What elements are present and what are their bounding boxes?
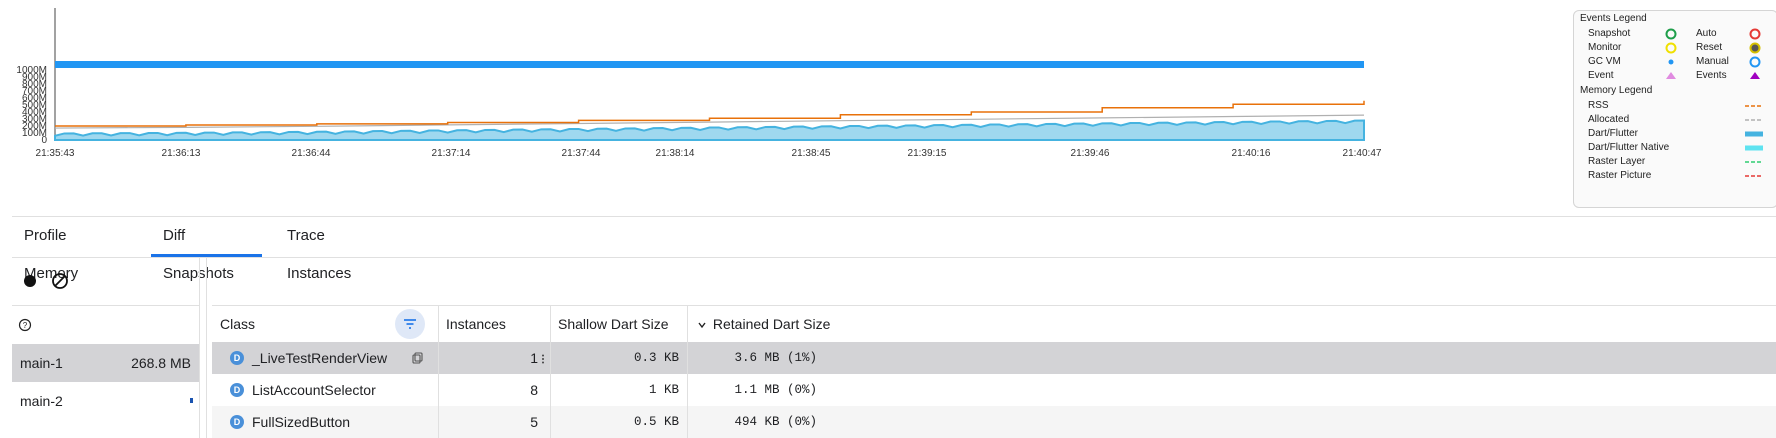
table-row[interactable]: D _LiveTestRenderView 1 0.3 KB 3.6 MB (1… bbox=[212, 342, 1776, 374]
instances-count[interactable]: 5 bbox=[438, 406, 538, 438]
y-tick-label: 0 bbox=[41, 135, 47, 146]
circle-ring-icon bbox=[1748, 55, 1762, 69]
snapshot-item-main-2[interactable]: main-2 bbox=[12, 382, 199, 420]
help-icon[interactable]: ? bbox=[18, 318, 32, 332]
clear-icon[interactable] bbox=[48, 269, 72, 293]
legend-item: GC VM bbox=[1588, 56, 1621, 67]
x-tick-label: 21:39:46 bbox=[1071, 148, 1110, 159]
filter-icon[interactable] bbox=[395, 309, 425, 339]
legend-item: Dart/Flutter bbox=[1588, 128, 1639, 139]
dart-class-icon: D bbox=[230, 383, 244, 397]
series-dart-flutter bbox=[54, 119, 1365, 141]
x-tick-label: 21:40:47 bbox=[1343, 148, 1382, 159]
chart-legend: Events Legend Snapshot Monitor GC VM Event A… bbox=[1573, 10, 1776, 208]
x-tick-label: 21:40:16 bbox=[1232, 148, 1271, 159]
legend-item: Manual bbox=[1696, 56, 1729, 67]
record-icon[interactable] bbox=[18, 269, 42, 293]
memory-chart-svg[interactable]: 1000M900M800M700M600M500M400M300M200M100… bbox=[0, 0, 1570, 200]
legend-item: RSS bbox=[1588, 100, 1609, 111]
legend-item: Event bbox=[1588, 70, 1614, 81]
triangle-icon bbox=[1664, 69, 1678, 83]
legend-item: Monitor bbox=[1588, 42, 1622, 53]
more-vert-icon[interactable] bbox=[540, 352, 546, 364]
shallow-size: 0.5 KB bbox=[633, 415, 679, 429]
x-tick-label: 21:36:44 bbox=[292, 148, 331, 159]
circle-ring-icon bbox=[1748, 27, 1762, 41]
retained-size: 3.6 MB (1%) bbox=[734, 351, 817, 365]
copy-icon[interactable] bbox=[411, 351, 425, 365]
legend-item: Dart/Flutter Native bbox=[1588, 142, 1670, 153]
legend-item: Events bbox=[1696, 70, 1727, 81]
circle-ring-icon bbox=[1664, 27, 1678, 41]
panel-splitter[interactable] bbox=[206, 257, 207, 438]
events-legend-title: Events Legend bbox=[1580, 13, 1647, 24]
legend-item: Raster Layer bbox=[1588, 156, 1646, 167]
snapshot-toolbar bbox=[12, 257, 199, 305]
tab-trace-instances[interactable]: Trace Instances bbox=[275, 217, 393, 282]
class-name: _LiveTestRenderView bbox=[252, 350, 388, 366]
dart-class-icon: D bbox=[230, 351, 244, 365]
retained-size: 1.1 MB (0%) bbox=[734, 383, 817, 397]
triangle-icon bbox=[1748, 69, 1762, 83]
table-row[interactable]: D FullSizedButton 5 0.5 KB 494 KB (0%) bbox=[212, 406, 1776, 438]
help-row: ? bbox=[12, 305, 199, 345]
header-retained-label: Retained Dart Size bbox=[712, 316, 831, 332]
diff-table: Class Instances Shallow Dart Size Retain… bbox=[212, 257, 1776, 438]
tab-bar: Profile Memory Diff Snapshots Trace Inst… bbox=[12, 216, 1776, 282]
memory-chart[interactable]: 1000M 900M 800M 700M 600M 500M 400M 300M 200M 100… bbox=[0, 0, 1570, 200]
tab-profile-memory[interactable]: Profile Memory bbox=[12, 217, 134, 282]
header-instances[interactable]: Instances bbox=[438, 306, 550, 342]
line-swatch-icon bbox=[1744, 169, 1763, 183]
header-shallow-size[interactable]: Shallow Dart Size bbox=[550, 306, 687, 342]
x-tick-label: 21:38:14 bbox=[656, 148, 695, 159]
dot-icon bbox=[1664, 55, 1678, 69]
class-name: ListAccountSelector bbox=[252, 382, 376, 398]
x-tick-label: 21:35:43 bbox=[36, 148, 75, 159]
class-name: FullSizedButton bbox=[252, 414, 351, 430]
header-class-label: Class bbox=[220, 316, 256, 332]
line-swatch-icon bbox=[1744, 127, 1763, 141]
table-header: Class Instances Shallow Dart Size Retain… bbox=[212, 305, 1776, 343]
table-row[interactable]: D ListAccountSelector 8 1 KB 1.1 MB (0%) bbox=[212, 374, 1776, 406]
sort-desc-icon bbox=[697, 307, 709, 343]
instances-count[interactable]: 8 bbox=[438, 374, 538, 406]
legend-item: Snapshot bbox=[1588, 28, 1631, 39]
legend-item: Allocated bbox=[1588, 114, 1630, 125]
header-retained-size[interactable]: Retained Dart Size bbox=[687, 306, 987, 342]
circle-ring-icon bbox=[1664, 41, 1678, 55]
snapshot-item-main-1[interactable]: main-1 268.8 MB bbox=[12, 344, 199, 382]
gc-bar bbox=[55, 61, 1364, 68]
dart-class-icon: D bbox=[230, 415, 244, 429]
memory-legend-title: Memory Legend bbox=[1580, 85, 1653, 96]
legend-item: Auto bbox=[1696, 28, 1717, 39]
snapshot-size: 268.8 MB bbox=[131, 355, 191, 371]
circle-ring-filled-icon bbox=[1748, 41, 1762, 55]
instances-count[interactable]: 1 bbox=[438, 342, 538, 374]
snapshot-name: main-1 bbox=[20, 355, 63, 371]
legend-item: Raster Picture bbox=[1588, 170, 1652, 181]
line-swatch-icon bbox=[1744, 155, 1763, 169]
legend-item: Reset bbox=[1696, 42, 1723, 53]
x-tick-label: 21:37:14 bbox=[432, 148, 471, 159]
retained-size: 494 KB (0%) bbox=[734, 415, 817, 429]
svg-text:?: ? bbox=[23, 321, 28, 330]
shallow-size: 1 KB bbox=[648, 383, 679, 397]
line-swatch-icon bbox=[1744, 113, 1763, 127]
x-tick-label: 21:36:13 bbox=[162, 148, 201, 159]
x-tick-label: 21:37:44 bbox=[562, 148, 601, 159]
progress-indicator bbox=[190, 398, 193, 403]
line-swatch-icon bbox=[1744, 99, 1763, 113]
snapshot-name: main-2 bbox=[20, 393, 63, 409]
shallow-size: 0.3 KB bbox=[633, 351, 679, 365]
x-tick-label: 21:39:15 bbox=[908, 148, 947, 159]
line-swatch-icon bbox=[1744, 141, 1763, 155]
x-tick-label: 21:38:45 bbox=[792, 148, 831, 159]
tab-diff-snapshots[interactable]: Diff Snapshots bbox=[151, 217, 262, 282]
snapshot-panel: ? main-1 268.8 MB main-2 bbox=[12, 257, 200, 438]
